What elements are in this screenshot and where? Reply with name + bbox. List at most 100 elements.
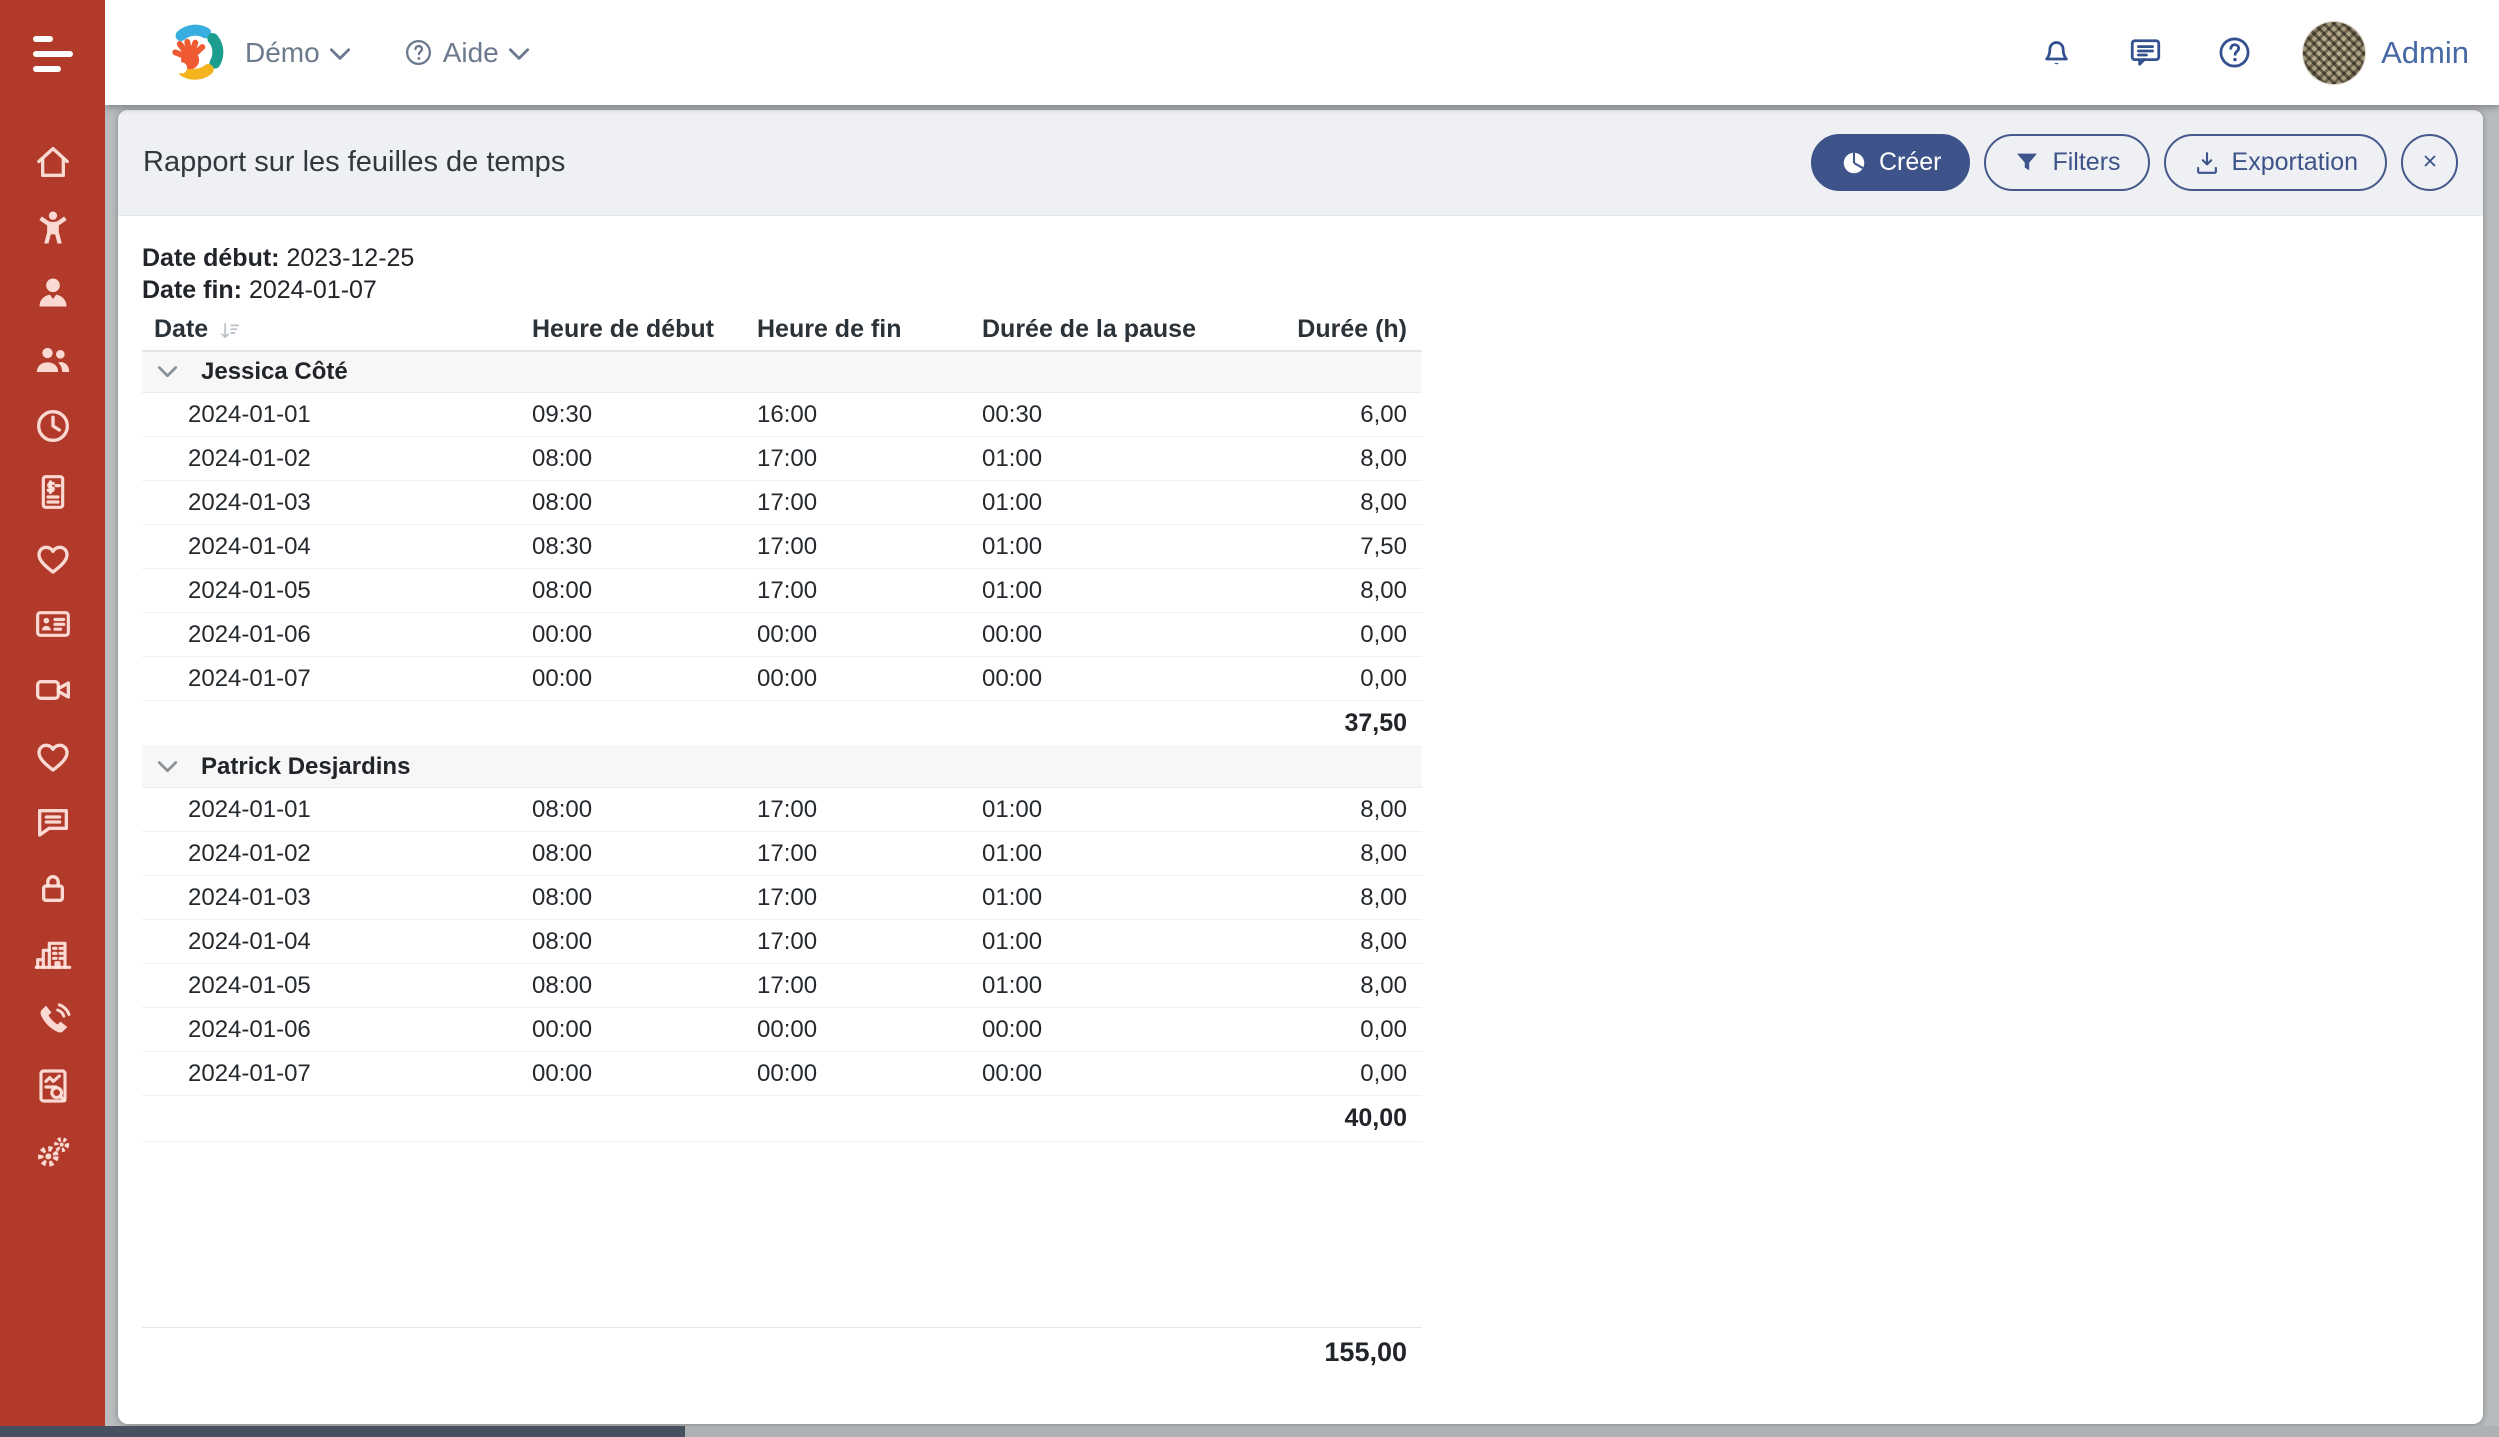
sidebar xyxy=(0,0,105,1437)
cell: 17:00 xyxy=(757,445,982,473)
cell: 6,00 xyxy=(1247,401,1422,429)
cell: 01:00 xyxy=(982,972,1247,1000)
chevron-down-icon xyxy=(508,43,530,62)
cell: 2024-01-04 xyxy=(142,928,532,956)
table-row: 2024-01-0108:0017:0001:008,00 xyxy=(142,788,1422,832)
demo-menu[interactable]: Démo xyxy=(245,37,351,69)
cell: 17:00 xyxy=(757,972,982,1000)
sidebar-item-report-search[interactable] xyxy=(0,1055,105,1121)
cell: 00:00 xyxy=(532,1016,757,1044)
cell: 00:00 xyxy=(982,1016,1247,1044)
chevron-down-icon xyxy=(329,43,351,62)
table-header-row: DateHeure de débutHeure de finDurée de l… xyxy=(142,308,1422,352)
cell: 01:00 xyxy=(982,840,1247,868)
admin-user-label[interactable]: Admin xyxy=(2381,35,2469,71)
cell: 00:00 xyxy=(982,621,1247,649)
demo-menu-label: Démo xyxy=(245,37,320,69)
pie-chart-icon xyxy=(1840,149,1868,177)
cell: 00:00 xyxy=(532,621,757,649)
team-icon xyxy=(33,340,73,385)
sidebar-item-child[interactable] xyxy=(0,197,105,263)
sidebar-item-heart-2[interactable] xyxy=(0,725,105,791)
sidebar-item-employee[interactable] xyxy=(0,263,105,329)
avatar[interactable] xyxy=(2303,22,2365,84)
sidebar-item-lock[interactable] xyxy=(0,857,105,923)
filters-button[interactable]: Filters xyxy=(1984,134,2149,191)
aide-menu[interactable]: Aide xyxy=(403,37,530,69)
cell: 01:00 xyxy=(982,884,1247,912)
sidebar-item-chat[interactable] xyxy=(0,791,105,857)
notifications-bell-icon[interactable] xyxy=(2038,34,2075,71)
sidebar-item-team[interactable] xyxy=(0,329,105,395)
chevron-down-icon xyxy=(157,760,178,774)
report-card-body: Date début: 2023-12-25 Date fin: 2024-01… xyxy=(118,216,2483,1377)
sidebar-item-gears[interactable] xyxy=(0,1121,105,1187)
cell: 8,00 xyxy=(1247,840,1422,868)
sidebar-item-video-camera[interactable] xyxy=(0,659,105,725)
phone-icon xyxy=(33,1000,73,1045)
table-row: 2024-01-0208:0017:0001:008,00 xyxy=(142,832,1422,876)
sidebar-item-id-card[interactable] xyxy=(0,593,105,659)
chevron-down-icon xyxy=(157,365,178,379)
cell: 00:00 xyxy=(757,665,982,693)
column-header-date[interactable]: Date xyxy=(142,315,532,344)
cell: 08:00 xyxy=(532,972,757,1000)
video-camera-icon xyxy=(33,670,73,715)
date-end-label: Date fin: xyxy=(142,276,242,304)
cell: 08:00 xyxy=(532,928,757,956)
cell: 00:30 xyxy=(982,401,1247,429)
cell: 8,00 xyxy=(1247,796,1422,824)
group-row[interactable]: Patrick Desjardins xyxy=(142,747,1422,788)
cell: 00:00 xyxy=(982,665,1247,693)
cell: 2024-01-03 xyxy=(142,884,532,912)
help-icon[interactable] xyxy=(2216,34,2253,71)
sidebar-toggle-button[interactable] xyxy=(0,0,105,105)
cell: 8,00 xyxy=(1247,445,1422,473)
cell: 00:00 xyxy=(757,1016,982,1044)
sidebar-item-heart[interactable] xyxy=(0,527,105,593)
spacer xyxy=(142,1142,1422,1327)
create-button[interactable]: Créer xyxy=(1811,134,1971,191)
report-card-header: Rapport sur les feuilles de temps Créer … xyxy=(118,110,2483,216)
sidebar-item-building[interactable] xyxy=(0,923,105,989)
close-button[interactable] xyxy=(2401,134,2458,191)
cell: 01:00 xyxy=(982,796,1247,824)
messages-icon[interactable] xyxy=(2127,34,2164,71)
group-row[interactable]: Jessica Côté xyxy=(142,352,1422,393)
sidebar-item-home[interactable] xyxy=(0,131,105,197)
page-title: Rapport sur les feuilles de temps xyxy=(143,146,565,179)
sidebar-item-invoice[interactable] xyxy=(0,461,105,527)
date-start-line: Date début: 2023-12-25 xyxy=(142,242,2453,274)
cell: 0,00 xyxy=(1247,665,1422,693)
cell: 2024-01-07 xyxy=(142,665,532,693)
column-header: Durée de la pause xyxy=(982,315,1247,344)
sidebar-item-phone[interactable] xyxy=(0,989,105,1055)
scrollbar-thumb[interactable] xyxy=(0,1426,685,1437)
cell: 17:00 xyxy=(757,489,982,517)
group-name: Jessica Côté xyxy=(201,358,348,386)
table-row: 2024-01-0600:0000:0000:000,00 xyxy=(142,1008,1422,1052)
horizontal-scrollbar[interactable] xyxy=(0,1426,2499,1437)
group-subtotal: 37,50 xyxy=(142,701,1422,747)
app-logo[interactable] xyxy=(163,22,225,84)
child-icon xyxy=(33,208,73,253)
cell: 17:00 xyxy=(757,840,982,868)
sidebar-item-clock[interactable] xyxy=(0,395,105,461)
export-button[interactable]: Exportation xyxy=(2164,134,2387,191)
cell: 2024-01-05 xyxy=(142,577,532,605)
hamburger-icon xyxy=(33,36,53,42)
column-header: Heure de fin xyxy=(757,315,982,344)
table-row: 2024-01-0600:0000:0000:000,00 xyxy=(142,613,1422,657)
cell: 2024-01-02 xyxy=(142,445,532,473)
cell: 00:00 xyxy=(982,1060,1247,1088)
invoice-icon xyxy=(33,472,73,517)
clock-icon xyxy=(33,406,73,451)
cell: 17:00 xyxy=(757,928,982,956)
table-row: 2024-01-0308:0017:0001:008,00 xyxy=(142,481,1422,525)
cell: 17:00 xyxy=(757,533,982,561)
cell: 2024-01-03 xyxy=(142,489,532,517)
aide-menu-label: Aide xyxy=(443,37,499,69)
date-end-value: 2024-01-07 xyxy=(249,276,377,304)
close-icon xyxy=(2418,149,2442,176)
cell: 8,00 xyxy=(1247,928,1422,956)
